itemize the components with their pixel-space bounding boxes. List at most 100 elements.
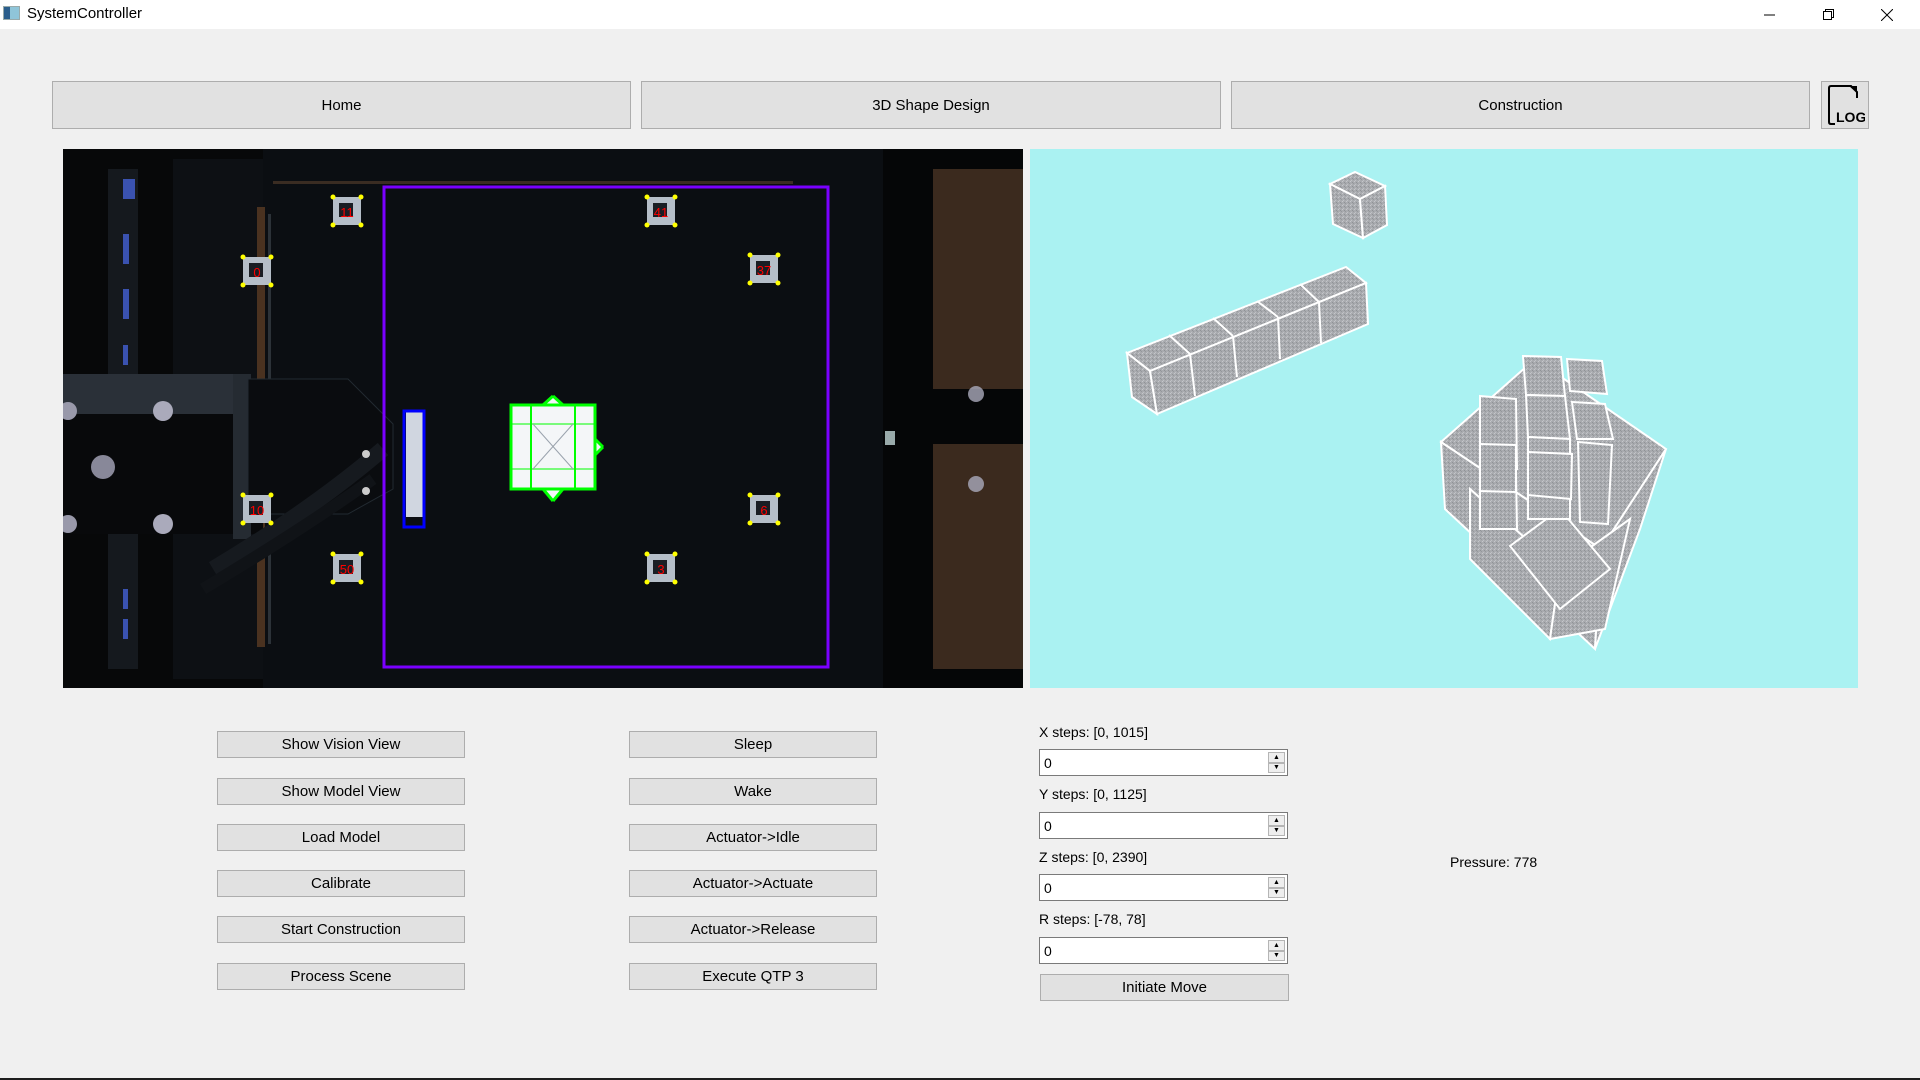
marker-corner xyxy=(330,551,336,557)
wake-button[interactable]: Wake xyxy=(629,778,877,805)
marker-corner xyxy=(240,492,246,498)
marker-corner xyxy=(644,579,650,585)
x-steps-value[interactable]: 0 xyxy=(1044,755,1052,771)
marker-corner xyxy=(644,551,650,557)
z-steps-value[interactable]: 0 xyxy=(1044,880,1052,896)
cube-structure xyxy=(1439,354,1668,652)
fiducial-marker: 6 xyxy=(747,492,781,526)
load-model-button[interactable]: Load Model xyxy=(217,824,465,851)
fiducial-marker: 10 xyxy=(240,492,274,526)
marker-corner xyxy=(644,194,650,200)
fiducial-marker: 41 xyxy=(644,194,678,228)
marker-id-label: 3 xyxy=(657,562,664,577)
marker-corner xyxy=(268,520,274,526)
minimize-button[interactable] xyxy=(1747,0,1793,29)
marker-corner xyxy=(775,492,781,498)
minimize-icon xyxy=(1764,14,1775,15)
marker-corner xyxy=(330,222,336,228)
camera-feed: 11 41 0 37 10 6 50 3 xyxy=(63,149,1023,688)
marker-corner xyxy=(644,222,650,228)
log-button[interactable]: LOG xyxy=(1821,81,1869,129)
marker-id-label: 37 xyxy=(757,263,771,278)
marker-corner xyxy=(240,254,246,260)
marker-corner xyxy=(672,579,678,585)
nav-home-button[interactable]: Home xyxy=(52,81,631,129)
marker-corner xyxy=(747,280,753,286)
spin-down-icon[interactable]: ▼ xyxy=(1268,887,1285,898)
fiducial-marker: 3 xyxy=(644,551,678,585)
spin-down-icon[interactable]: ▼ xyxy=(1268,762,1285,773)
actuator-actuate-button[interactable]: Actuator->Actuate xyxy=(629,870,877,897)
marker-corner xyxy=(747,492,753,498)
marker-corner xyxy=(358,551,364,557)
marker-corner xyxy=(747,252,753,258)
z-steps-label: Z steps: [0, 2390] xyxy=(1039,849,1148,865)
model-view xyxy=(1030,149,1858,688)
initiate-move-button[interactable]: Initiate Move xyxy=(1040,974,1289,1001)
marker-corner xyxy=(672,194,678,200)
fiducial-marker: 37 xyxy=(747,252,781,286)
marker-corner xyxy=(358,222,364,228)
detected-block-cluster xyxy=(509,394,605,502)
3d-model-render xyxy=(1125,170,1668,652)
marker-id-label: 41 xyxy=(654,205,668,220)
pressure-readout: Pressure: 778 xyxy=(1450,854,1538,870)
show-model-view-button[interactable]: Show Model View xyxy=(217,778,465,805)
y-steps-spinbox[interactable]: 0 ▲ ▼ xyxy=(1039,812,1288,839)
marker-corner xyxy=(672,551,678,557)
marker-corner xyxy=(330,194,336,200)
marker-corner xyxy=(330,579,336,585)
marker-corner xyxy=(240,282,246,288)
title-bar: SystemController xyxy=(0,0,1920,29)
marker-corner xyxy=(268,282,274,288)
marker-corner xyxy=(775,280,781,286)
x-steps-label: X steps: [0, 1015] xyxy=(1039,724,1148,740)
r-steps-spinbox[interactable]: 0 ▲ ▼ xyxy=(1039,937,1288,964)
start-construction-button[interactable]: Start Construction xyxy=(217,916,465,943)
spin-up-icon[interactable]: ▲ xyxy=(1268,815,1285,826)
restore-button[interactable] xyxy=(1806,0,1852,29)
show-vision-view-button[interactable]: Show Vision View xyxy=(217,731,465,758)
marker-corner xyxy=(268,254,274,260)
marker-corner xyxy=(775,252,781,258)
spin-down-icon[interactable]: ▼ xyxy=(1268,950,1285,961)
fiducial-marker: 50 xyxy=(330,551,364,585)
spin-up-icon[interactable]: ▲ xyxy=(1268,940,1285,951)
process-scene-button[interactable]: Process Scene xyxy=(217,963,465,990)
r-steps-value[interactable]: 0 xyxy=(1044,943,1052,959)
actuator-idle-button[interactable]: Actuator->Idle xyxy=(629,824,877,851)
marker-corner xyxy=(358,579,364,585)
actuator-release-button[interactable]: Actuator->Release xyxy=(629,916,877,943)
close-button[interactable] xyxy=(1864,0,1910,29)
log-file-icon: LOG xyxy=(1828,85,1865,125)
marker-id-label: 50 xyxy=(340,562,354,577)
svg-text:LOG: LOG xyxy=(1836,109,1865,125)
calibrate-button[interactable]: Calibrate xyxy=(217,870,465,897)
marker-corner xyxy=(240,520,246,526)
spin-down-icon[interactable]: ▼ xyxy=(1268,825,1285,836)
vision-view: 11 41 0 37 10 6 50 3 xyxy=(63,149,1023,688)
nav-construction-button[interactable]: Construction xyxy=(1231,81,1810,129)
close-icon xyxy=(1881,8,1893,21)
y-steps-label: Y steps: [0, 1125] xyxy=(1039,786,1147,802)
restore-icon xyxy=(1823,8,1834,20)
marker-corner xyxy=(358,194,364,200)
marker-corner xyxy=(747,520,753,526)
gripper-block xyxy=(406,411,424,517)
sleep-button[interactable]: Sleep xyxy=(629,731,877,758)
x-steps-spinbox[interactable]: 0 ▲ ▼ xyxy=(1039,749,1288,776)
spin-up-icon[interactable]: ▲ xyxy=(1268,877,1285,888)
app-icon xyxy=(3,6,20,20)
marker-id-label: 6 xyxy=(760,503,767,518)
y-steps-value[interactable]: 0 xyxy=(1044,818,1052,834)
execute-qtp-button[interactable]: Execute QTP 3 xyxy=(629,963,877,990)
r-steps-label: R steps: [-78, 78] xyxy=(1039,911,1146,927)
spin-up-icon[interactable]: ▲ xyxy=(1268,752,1285,763)
cube-row xyxy=(1125,265,1370,417)
marker-corner xyxy=(268,492,274,498)
marker-id-label: 10 xyxy=(250,503,264,518)
nav-3d-shape-design-button[interactable]: 3D Shape Design xyxy=(641,81,1221,129)
marker-id-label: 11 xyxy=(340,205,354,220)
z-steps-spinbox[interactable]: 0 ▲ ▼ xyxy=(1039,874,1288,901)
single-cube xyxy=(1327,170,1389,240)
